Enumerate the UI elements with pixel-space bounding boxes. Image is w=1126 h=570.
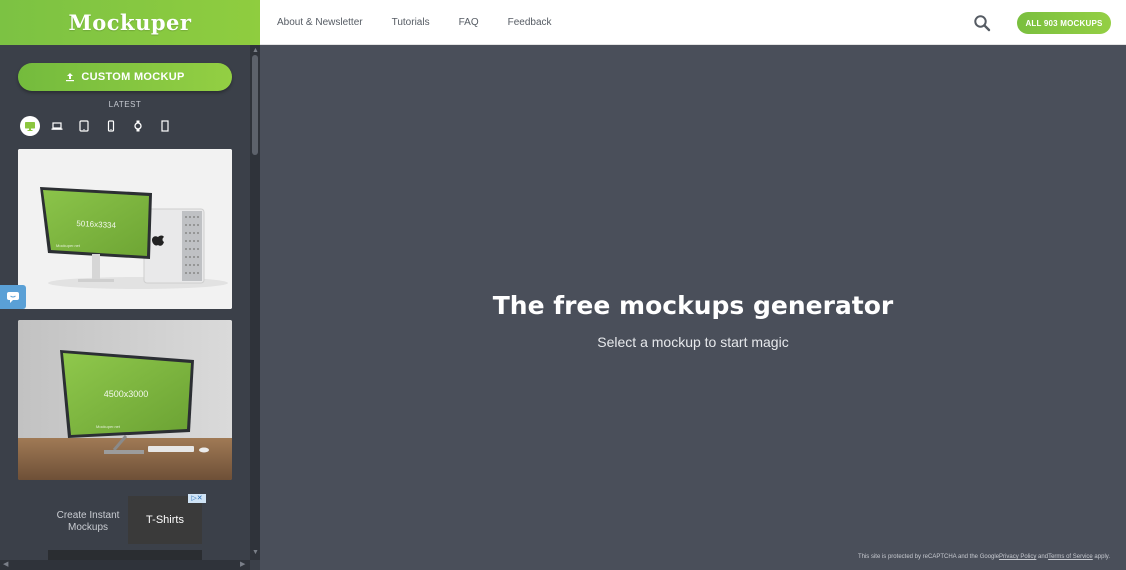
filter-desktop[interactable] (20, 116, 40, 136)
page-subtitle: Select a mockup to start magic (597, 334, 789, 350)
filter-phone[interactable] (101, 116, 121, 136)
search-icon[interactable] (973, 14, 991, 32)
chat-icon (7, 292, 19, 303)
scroll-left-icon[interactable]: ◀ (3, 560, 8, 570)
all-mockups-button[interactable]: ALL 903 MOCKUPS (1017, 12, 1111, 34)
recaptcha-suffix: apply. (1092, 554, 1110, 560)
watch-icon (134, 120, 142, 132)
sidebar-vertical-scrollbar[interactable]: ▲ ▼ (250, 45, 260, 560)
logo[interactable]: Mockuper (0, 0, 260, 45)
device-filter-bar (20, 116, 175, 136)
studio-monitor-mockup-image: 4500x3000 Mockuper.net (18, 320, 232, 480)
filter-tablet[interactable] (74, 116, 94, 136)
recaptcha-notice: This site is protected by reCAPTCHA and … (858, 554, 1110, 560)
main-canvas: The free mockups generator Select a mock… (260, 45, 1126, 570)
filter-phone-portrait[interactable] (155, 116, 175, 136)
ad-image[interactable]: T-Shirts (128, 496, 202, 544)
thumbnail-resolution: 4500x3000 (104, 389, 149, 399)
scroll-down-icon[interactable]: ▼ (252, 548, 259, 558)
tablet-icon (79, 120, 89, 132)
scroll-right-icon[interactable]: ▶ (240, 560, 245, 570)
mockup-thumbnail[interactable]: 4500x3000 Mockuper.net (18, 320, 232, 480)
ad-close-icon[interactable]: ▷✕ (188, 494, 206, 503)
laptop-icon (51, 122, 63, 130)
brand-name: Mockuper (68, 10, 192, 35)
upload-icon (66, 73, 75, 82)
thumbnail-watermark: Mockuper.net (56, 243, 81, 248)
ad-image-text: T-Shirts (146, 514, 184, 526)
ad-image-strip (48, 550, 202, 560)
thumbnail-watermark: Mockuper.net (96, 424, 121, 429)
nav-tutorials[interactable]: Tutorials (392, 17, 430, 28)
sidebar-horizontal-scrollbar[interactable]: ◀ ▶ (0, 560, 250, 570)
latest-label: LATEST (108, 100, 142, 109)
app-window: Mockuper CUSTOM MOCKUP LATEST 5016x3334 … (0, 0, 1126, 570)
feedback-widget[interactable] (0, 285, 26, 309)
sidebar-ad[interactable]: Create Instant Mockups T-Shirts ▷✕ (18, 494, 232, 564)
top-navigation: About & Newsletter Tutorials FAQ Feedbac… (260, 0, 1126, 45)
phone-portrait-icon (161, 120, 169, 132)
ad-text: Create Instant Mockups (56, 510, 120, 533)
mockup-thumbnail[interactable]: 5016x3334 Mockuper.net (18, 149, 232, 309)
custom-mockup-button[interactable]: CUSTOM MOCKUP (18, 63, 232, 91)
desktop-tower-mockup-image: 5016x3334 Mockuper.net (18, 149, 232, 309)
nav-feedback[interactable]: Feedback (508, 17, 552, 28)
filter-watch[interactable] (128, 116, 148, 136)
scrollbar-thumb[interactable] (252, 55, 258, 155)
nav-faq[interactable]: FAQ (459, 17, 479, 28)
desktop-icon (25, 122, 35, 131)
filter-laptop[interactable] (47, 116, 67, 136)
main-nav: About & Newsletter Tutorials FAQ Feedbac… (277, 0, 552, 45)
sidebar: Mockuper CUSTOM MOCKUP LATEST 5016x3334 … (0, 0, 260, 570)
phone-icon (107, 120, 115, 132)
recaptcha-prefix: This site is protected by reCAPTCHA and … (857, 554, 1000, 560)
terms-of-service-link[interactable]: Terms of Service (1048, 554, 1093, 560)
page-title: The free mockups generator (492, 291, 894, 320)
custom-mockup-label: CUSTOM MOCKUP (81, 71, 185, 83)
recaptcha-and: and (1036, 554, 1049, 560)
nav-about-newsletter[interactable]: About & Newsletter (277, 17, 363, 28)
privacy-policy-link[interactable]: Privacy Policy (999, 554, 1036, 560)
